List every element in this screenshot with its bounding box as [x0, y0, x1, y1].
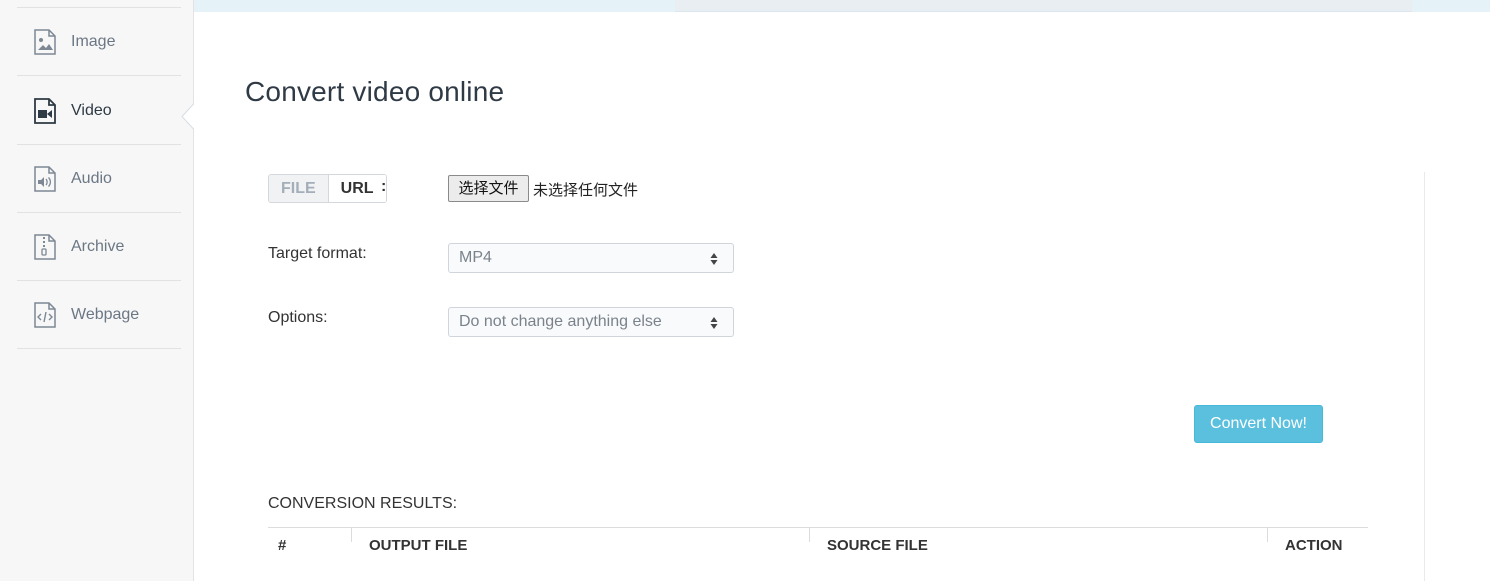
sidebar-item-label: Webpage [71, 305, 140, 323]
top-banner-inner [675, 0, 1412, 12]
sidebar-item-image[interactable]: Image [17, 8, 181, 76]
sidebar-item-label: Video [71, 101, 112, 119]
sidebar-item-webpage[interactable]: Webpage [17, 281, 181, 349]
convert-now-button[interactable]: Convert Now! [1194, 405, 1323, 443]
source-type-toggle[interactable]: FILE URL [268, 174, 387, 203]
target-format-select[interactable]: MP4 [448, 243, 734, 273]
audio-file-icon [33, 165, 57, 193]
column-header-output-file: OUTPUT FILE [369, 537, 468, 554]
panel-border [1424, 172, 1425, 581]
column-separator [1267, 528, 1268, 542]
url-toggle-option[interactable]: URL [328, 175, 386, 202]
target-format-value: MP4 [459, 249, 492, 266]
sidebar-item-archive[interactable]: Archive [17, 213, 181, 281]
column-header-action: ACTION [1285, 537, 1343, 554]
target-format-label: Target format: [268, 245, 367, 262]
column-header-number: # [278, 537, 287, 554]
options-label: Options: [268, 309, 328, 326]
select-arrows-icon [710, 253, 718, 265]
file-toggle-option[interactable]: FILE [269, 175, 329, 202]
column-separator [351, 528, 352, 542]
sidebar-item-label: Archive [71, 237, 125, 255]
column-separator [809, 528, 810, 542]
video-file-icon [33, 97, 57, 125]
options-select[interactable]: Do not change anything else [448, 307, 734, 337]
image-file-icon [33, 28, 57, 56]
archive-file-icon [33, 233, 57, 261]
conversion-results-table: # OUTPUT FILE SOURCE FILE ACTION [268, 527, 1368, 581]
choose-file-button[interactable]: 选择文件 [448, 175, 529, 202]
conversion-results-title: CONVERSION RESULTS: [268, 495, 458, 512]
source-colon: : [381, 178, 387, 195]
page-title: Convert video online [245, 76, 505, 107]
top-banner-strip [194, 0, 1490, 12]
options-value: Do not change anything else [459, 313, 662, 330]
sidebar-item-label: Image [71, 32, 116, 50]
sidebar-item-video[interactable]: Video [17, 77, 181, 145]
column-header-source-file: SOURCE FILE [827, 537, 928, 554]
select-arrows-icon [710, 317, 718, 329]
webpage-file-icon [33, 301, 57, 329]
sidebar-item-audio[interactable]: Audio [17, 145, 181, 213]
sidebar: Image Video Audio Archive Webpage [0, 0, 194, 581]
sidebar-item-label: Audio [71, 169, 112, 187]
file-status-text: 未选择任何文件 [533, 181, 639, 199]
